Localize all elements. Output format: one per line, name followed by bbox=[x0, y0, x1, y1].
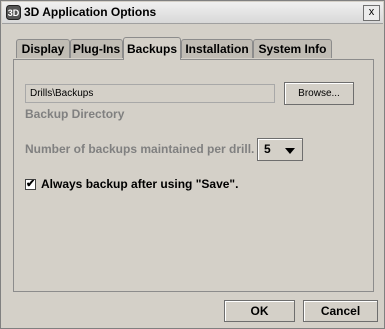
tab-installation[interactable]: Installation bbox=[181, 39, 253, 58]
backup-count-label: Number of backups maintained per drill. bbox=[25, 142, 255, 156]
options-dialog: 3D 3D Application Options x Display Plug… bbox=[0, 0, 385, 329]
tab-display[interactable]: Display bbox=[16, 39, 70, 58]
ok-button[interactable]: OK bbox=[224, 300, 295, 322]
chevron-down-icon bbox=[285, 148, 295, 154]
backup-count-select[interactable]: 5 bbox=[257, 138, 303, 161]
close-icon[interactable]: x bbox=[363, 5, 380, 21]
svg-text:3D: 3D bbox=[8, 8, 20, 18]
always-backup-label: Always backup after using "Save". bbox=[41, 177, 239, 191]
backup-directory-field[interactable]: Drills\Backups bbox=[25, 84, 275, 103]
always-backup-checkbox[interactable]: ✔ bbox=[25, 179, 36, 190]
browse-button[interactable]: Browse... bbox=[284, 82, 354, 105]
cancel-button[interactable]: Cancel bbox=[303, 300, 378, 322]
backup-directory-label: Backup Directory bbox=[25, 107, 125, 121]
window-title: 3D Application Options bbox=[24, 5, 157, 19]
title-bar[interactable]: 3D 3D Application Options x bbox=[2, 2, 383, 24]
backup-count-value: 5 bbox=[264, 142, 271, 156]
tab-system-info[interactable]: System Info bbox=[253, 39, 332, 58]
tab-backups[interactable]: Backups bbox=[123, 37, 181, 60]
app-icon: 3D bbox=[6, 5, 21, 20]
tab-plug-ins[interactable]: Plug-Ins bbox=[70, 39, 123, 58]
